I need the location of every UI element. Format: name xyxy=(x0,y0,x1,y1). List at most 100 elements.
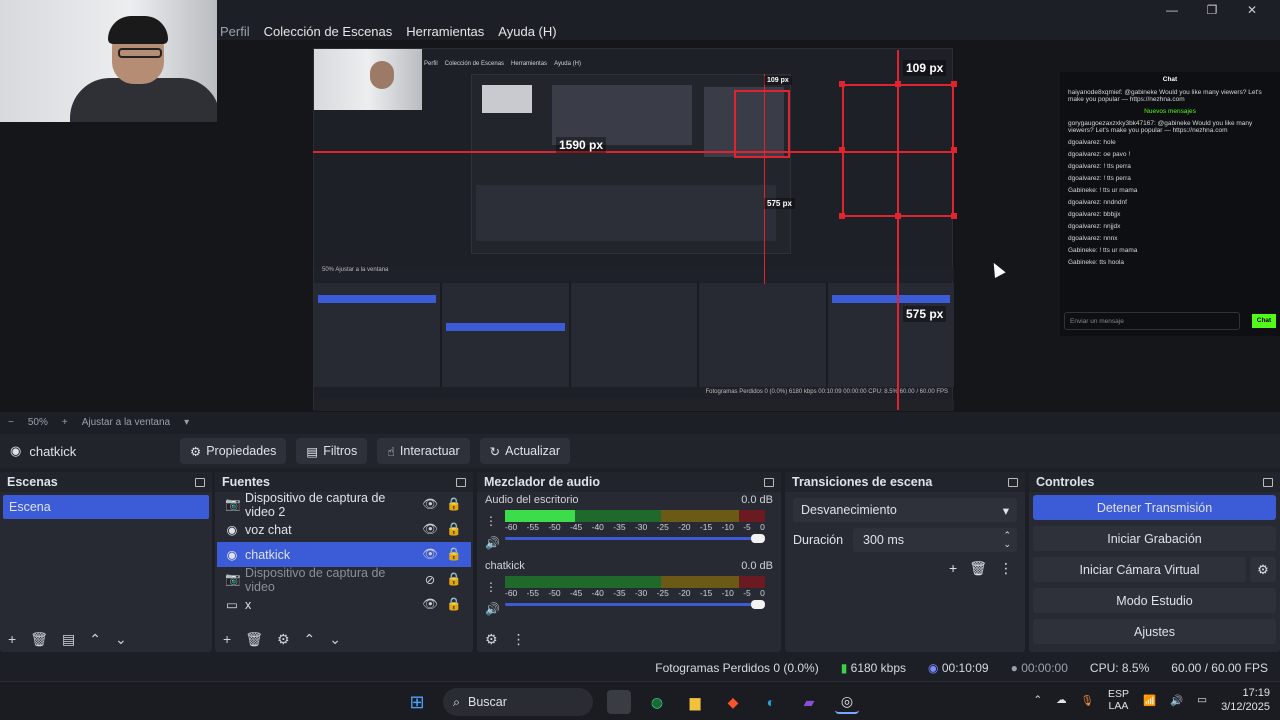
scene-item[interactable]: Escena xyxy=(3,495,209,519)
lock-icon[interactable]: 🔒 xyxy=(445,547,463,562)
properties-button[interactable]: ⚙ Propiedades xyxy=(180,438,287,464)
gear-icon[interactable]: ⚙ xyxy=(1250,557,1276,582)
kick-chat-overlay[interactable]: Chat haiyanode8xqmief: @gabineke Would y… xyxy=(1060,72,1280,336)
clapper-icon[interactable]: ▰ xyxy=(797,690,821,714)
kebab-menu-icon[interactable]: ⋮ xyxy=(512,631,526,648)
filter-icon[interactable]: ▤ xyxy=(62,631,75,648)
add-icon[interactable]: + xyxy=(223,631,231,647)
obs-icon[interactable]: ◎ xyxy=(835,690,859,714)
brave-icon[interactable]: ◆ xyxy=(721,690,745,714)
onedrive-icon[interactable]: ☁ xyxy=(1056,694,1067,706)
whatsapp-icon[interactable]: ◍ xyxy=(645,690,669,714)
move-down-icon[interactable]: ⌄ xyxy=(329,631,341,648)
add-icon[interactable]: + xyxy=(8,631,16,647)
add-icon[interactable]: + xyxy=(949,560,957,577)
lock-icon[interactable]: 🔒 xyxy=(445,597,463,612)
source-item[interactable]: ▭ x 👁 🔒 xyxy=(217,592,471,617)
chat-line: Gabineke: tts hoola xyxy=(1068,259,1125,266)
undock-icon[interactable] xyxy=(764,477,774,487)
source-item[interactable]: 📷 Dispositivo de captura de video ⊘ 🔒 xyxy=(217,566,471,594)
undock-icon[interactable] xyxy=(1008,477,1018,487)
undock-icon[interactable] xyxy=(1263,477,1273,487)
record-icon: ● xyxy=(1010,661,1018,675)
task-view-icon[interactable] xyxy=(607,690,631,714)
settings-button[interactable]: Ajustes xyxy=(1033,619,1276,644)
kebab-menu-icon[interactable]: ⋮ xyxy=(485,576,500,598)
kebab-menu-icon[interactable]: ⋮ xyxy=(999,560,1013,577)
undock-icon[interactable] xyxy=(456,477,466,487)
source-item[interactable]: ◉ voz chat 👁 🔒 xyxy=(217,517,471,542)
minimize-button[interactable]: — xyxy=(1152,2,1192,20)
measure-line-nested xyxy=(764,74,765,284)
lock-icon[interactable]: 🔒 xyxy=(445,522,463,537)
fps: 60.00 / 60.00 FPS xyxy=(1171,661,1268,675)
lock-icon[interactable]: 🔒 xyxy=(445,497,463,512)
zoom-out-button[interactable]: − xyxy=(8,417,14,428)
language-indicator[interactable]: ESP LAA xyxy=(1108,688,1129,712)
trash-icon[interactable]: 🗑 xyxy=(245,631,263,648)
move-up-icon[interactable]: ⌃ xyxy=(304,631,316,648)
menu-perfil[interactable]: Perfil xyxy=(220,22,250,41)
zoom-in-button[interactable]: + xyxy=(62,417,68,428)
selection-box[interactable] xyxy=(842,84,954,217)
trash-icon[interactable]: 🗑 xyxy=(969,560,987,577)
scale-tick: -45 xyxy=(569,522,583,532)
undock-icon[interactable] xyxy=(195,477,205,487)
menu-tools[interactable]: Herramientas xyxy=(406,22,484,41)
visibility-icon[interactable]: 👁 xyxy=(421,547,439,562)
microphone-icon[interactable]: 🎙 xyxy=(1081,694,1094,707)
lock-icon[interactable]: 🔒 xyxy=(445,572,463,587)
chat-line: dgoalvarez: nnnx xyxy=(1068,235,1118,242)
volume-fader[interactable] xyxy=(505,600,765,609)
menu-help[interactable]: Ayuda (H) xyxy=(498,22,556,41)
refresh-button[interactable]: ↻ Actualizar xyxy=(479,438,571,464)
source-name: voz chat xyxy=(245,522,292,537)
volume-icon[interactable]: 🔊 xyxy=(1170,694,1183,707)
battery-icon[interactable]: ▭ xyxy=(1197,694,1207,706)
source-item[interactable]: 📷 Dispositivo de captura de video 2 👁 🔒 xyxy=(217,491,471,519)
windows-taskbar: ⊞ ⌕ Buscar ◍ ▆ ◆ ◐ ▰ ◎ ⌃ ☁ 🎙 ESP LAA 📶 🔊 ▭… xyxy=(0,681,1280,720)
stop-stream-button[interactable]: Detener Transmisión xyxy=(1033,495,1276,520)
speaker-icon[interactable]: 🔊 xyxy=(485,532,500,554)
transition-select[interactable]: Desvanecimiento ▾ xyxy=(793,498,1017,522)
trash-icon[interactable]: 🗑 xyxy=(30,631,48,648)
chevron-down-icon[interactable]: ▾ xyxy=(184,417,189,428)
kebab-menu-icon[interactable]: ⋮ xyxy=(485,510,500,532)
interact-button[interactable]: ☝ Interactuar xyxy=(377,438,470,464)
start-recording-button[interactable]: Iniciar Grabación xyxy=(1033,526,1276,551)
maximize-button[interactable]: ❐ xyxy=(1192,2,1232,20)
menu-scene-collection[interactable]: Colección de Escenas xyxy=(264,22,393,41)
speaker-icon[interactable]: 🔊 xyxy=(485,598,500,620)
duration-input[interactable]: 300 ms ⌃ ⌄ xyxy=(853,528,1017,552)
advanced-audio-icon[interactable]: ⚙ xyxy=(485,631,498,648)
move-up-icon[interactable]: ⌃ xyxy=(89,631,101,648)
gear-icon[interactable]: ⚙ xyxy=(277,631,290,648)
chat-title: Chat xyxy=(1162,76,1178,83)
chat-line: dgoalvarez: nnjjdx xyxy=(1068,223,1121,230)
visibility-icon[interactable]: 👁 xyxy=(421,522,439,537)
mouse-cursor-icon xyxy=(988,260,1006,278)
start-virtual-camera-button[interactable]: Iniciar Cámara Virtual xyxy=(1033,557,1246,582)
edge-icon[interactable]: ◐ xyxy=(759,690,783,714)
windows-start-icon[interactable]: ⊞ xyxy=(405,690,429,714)
filters-button[interactable]: ▤ Filtros xyxy=(296,438,368,464)
zoom-fit-select[interactable]: Ajustar a la ventana xyxy=(82,417,170,428)
file-explorer-icon[interactable]: ▆ xyxy=(683,690,707,714)
chevron-up-icon[interactable]: ⌃ xyxy=(1033,694,1042,706)
stepper-icon[interactable]: ⌃ ⌄ xyxy=(1003,531,1011,549)
nested-toolbar: 50% Ajustar a la ventana xyxy=(314,267,954,281)
wifi-icon[interactable]: 📶 xyxy=(1143,694,1156,707)
volume-fader[interactable] xyxy=(505,534,765,543)
visibility-icon[interactable]: 👁 xyxy=(421,597,439,612)
move-down-icon[interactable]: ⌄ xyxy=(115,631,127,648)
clock[interactable]: 17:19 3/12/2025 xyxy=(1221,686,1270,714)
source-item[interactable]: ◉ chatkick 👁 🔒 xyxy=(217,542,471,567)
taskbar-search[interactable]: ⌕ Buscar xyxy=(443,688,593,716)
dropped-frames: Fotogramas Perdidos 0 (0.0%) xyxy=(655,661,819,675)
close-button[interactable]: ✕ xyxy=(1232,2,1272,20)
chat-send-button[interactable]: Chat xyxy=(1252,314,1276,328)
chat-input[interactable]: Enviar un mensaje xyxy=(1064,312,1240,330)
hidden-icon[interactable]: ⊘ xyxy=(421,572,439,587)
studio-mode-button[interactable]: Modo Estudio xyxy=(1033,588,1276,613)
visibility-icon[interactable]: 👁 xyxy=(421,497,439,512)
